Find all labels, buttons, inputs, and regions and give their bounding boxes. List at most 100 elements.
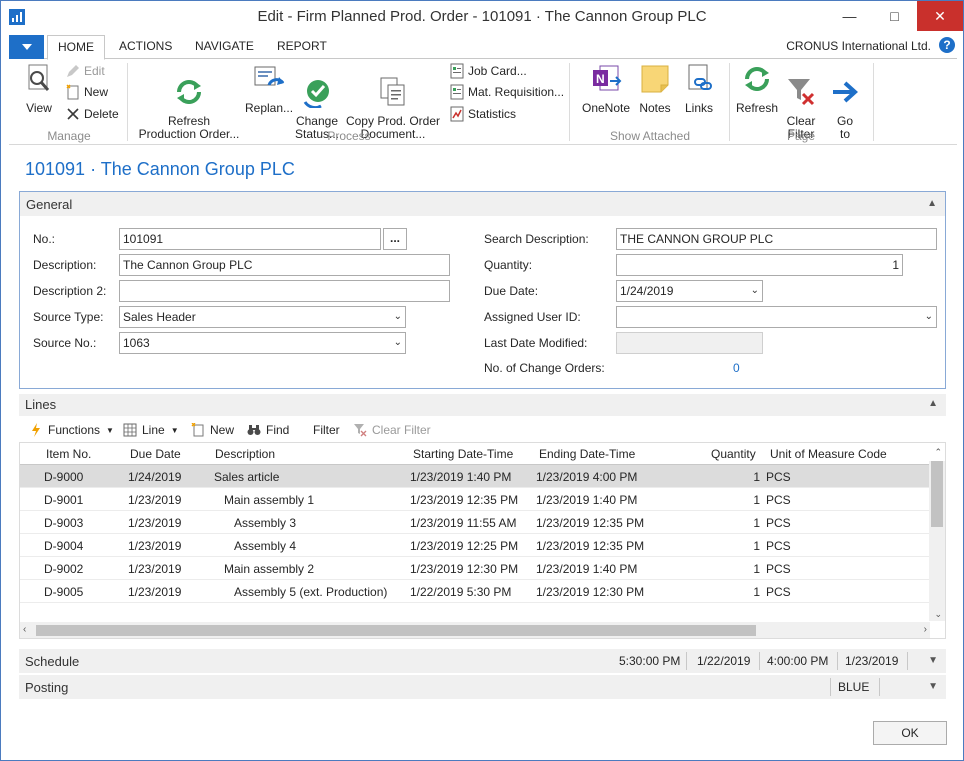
close-button[interactable]: ✕	[917, 1, 963, 31]
table-row[interactable]: D-9000 1/24/2019 Sales article 1/23/2019 1:…	[20, 465, 930, 488]
table-row[interactable]: D-9004 1/23/2019 Assembly 4 1/23/2019 12:25…	[20, 534, 930, 557]
new-document-icon	[66, 84, 79, 100]
cell-description: Sales article	[214, 470, 280, 484]
chevron-down-icon	[21, 44, 32, 50]
vertical-scroll-thumb[interactable]	[931, 461, 943, 527]
cell-ending-date-time: 1/23/2019 1:40 PM	[536, 493, 638, 507]
cell-starting-date-time: 1/23/2019 12:35 PM	[410, 493, 519, 507]
posting-fasttab[interactable]: Posting BLUE ▼	[19, 675, 946, 699]
tab-report[interactable]: REPORT	[267, 35, 337, 59]
cell-ending-date-time: 1/23/2019 12:35 PM	[536, 516, 645, 530]
grid-icon	[123, 423, 137, 437]
due-date-field[interactable]: 1/24/2019 ⌄	[616, 280, 763, 302]
cell-unit-of-measure-code: PCS	[766, 585, 791, 599]
column-header-item-no[interactable]: Item No.	[46, 447, 91, 461]
quantity-label: Quantity:	[484, 258, 533, 272]
column-header-quantity[interactable]: Quantity	[711, 447, 756, 461]
help-icon[interactable]: ?	[939, 37, 955, 53]
schedule-header-label: Schedule	[25, 654, 80, 669]
scroll-right-icon[interactable]: ›	[924, 624, 927, 635]
line-menu-button[interactable]: Line ▼	[123, 422, 179, 438]
minimize-button[interactable]: —	[827, 1, 872, 31]
assist-edit-button[interactable]: ...	[383, 228, 407, 250]
go-to-button[interactable]: Go to	[825, 63, 865, 154]
scroll-left-icon[interactable]: ‹	[23, 624, 26, 635]
pencil-icon	[67, 65, 79, 77]
refresh-production-order-button[interactable]: Refresh Production Order...	[137, 63, 241, 154]
column-header-ending-date-time[interactable]: Ending Date-Time	[539, 447, 635, 461]
tab-home[interactable]: HOME	[47, 35, 105, 60]
chevron-down-icon[interactable]: ▼	[928, 681, 938, 692]
group-label-page: Page	[786, 129, 816, 143]
application-menu-button[interactable]	[9, 35, 44, 59]
new-line-button[interactable]: New	[191, 422, 234, 438]
group-label-show-attached: Show Attached	[609, 129, 691, 143]
change-status-icon	[303, 80, 329, 110]
view-button[interactable]: View	[19, 63, 59, 115]
new-button[interactable]: New	[65, 82, 108, 102]
summary-divider	[837, 652, 838, 670]
clear-filter-lines-button[interactable]: Clear Filter	[353, 422, 431, 438]
quantity-field[interactable]: 1	[616, 254, 903, 276]
schedule-fasttab[interactable]: Schedule 5:30:00 PM 1/22/2019 4:00:00 PM…	[19, 649, 946, 673]
functions-menu-button[interactable]: Functions ▼	[29, 422, 114, 438]
job-card-button[interactable]: Job Card...	[449, 61, 527, 81]
horizontal-scroll-thumb[interactable]	[36, 625, 756, 636]
find-button[interactable]: Find	[247, 422, 289, 438]
scroll-up-icon[interactable]: ⌃	[934, 447, 942, 458]
column-header-due-date[interactable]: Due Date	[130, 447, 181, 461]
tab-navigate[interactable]: NAVIGATE	[185, 35, 264, 59]
cell-due-date: 1/23/2019	[128, 539, 182, 553]
chevron-down-icon[interactable]: ▼	[928, 655, 938, 666]
schedule-starting-time: 5:30:00 PM	[619, 654, 681, 668]
table-row[interactable]: D-9001 1/23/2019 Main assembly 1 1/23/2019 …	[20, 488, 930, 511]
description2-label: Description 2:	[33, 284, 107, 298]
change-orders-link[interactable]: 0	[733, 361, 740, 375]
cell-starting-date-time: 1/23/2019 1:40 PM	[410, 470, 512, 484]
statistics-button[interactable]: Statistics	[449, 104, 516, 124]
schedule-ending-time: 4:00:00 PM	[767, 654, 829, 668]
schedule-ending-date: 1/23/2019	[845, 654, 899, 668]
horizontal-scrollbar[interactable]: ‹ ›	[20, 622, 930, 638]
edit-button[interactable]: Edit	[65, 61, 105, 81]
table-row[interactable]: D-9005 1/23/2019 Assembly 5 (ext. Producti…	[20, 580, 930, 603]
description2-field[interactable]	[119, 280, 450, 302]
source-no-select[interactable]: 1063 ⌄	[119, 332, 406, 354]
maximize-button[interactable]: □	[872, 1, 917, 31]
chevron-up-icon[interactable]: ▲	[928, 398, 938, 409]
onenote-button[interactable]: N OneNote	[577, 63, 635, 115]
table-row[interactable]: D-9003 1/23/2019 Assembly 3 1/23/2019 11:55…	[20, 511, 930, 534]
source-type-select[interactable]: Sales Header ⌄	[119, 306, 406, 328]
replan-icon	[254, 66, 285, 86]
mat-requisition-button[interactable]: Mat. Requisition...	[449, 82, 564, 102]
ok-button[interactable]: OK	[873, 721, 947, 745]
vertical-scrollbar[interactable]	[929, 461, 945, 621]
chevron-down-icon: ▼	[170, 425, 179, 435]
search-description-field[interactable]: THE CANNON GROUP PLC	[616, 228, 937, 250]
copy-document-icon	[380, 77, 405, 106]
chevron-up-icon[interactable]: ▲	[927, 198, 937, 209]
column-header-starting-date-time[interactable]: Starting Date-Time	[413, 447, 513, 461]
filter-button[interactable]: Filter	[313, 422, 340, 438]
replan-button[interactable]: Replan...	[245, 63, 293, 115]
ribbon-separator	[729, 63, 730, 141]
no-field[interactable]: 101091	[119, 228, 381, 250]
refresh-button[interactable]: Refresh	[735, 63, 779, 115]
table-row[interactable]: D-9002 1/23/2019 Main assembly 2 1/23/2019 …	[20, 557, 930, 580]
statistics-chart-icon	[450, 106, 464, 122]
assigned-user-select[interactable]: ⌄	[616, 306, 937, 328]
source-type-label: Source Type:	[33, 310, 104, 324]
magnifier-page-icon	[28, 64, 50, 91]
lines-fasttab-header[interactable]: Lines ▲	[19, 394, 946, 416]
cell-starting-date-time: 1/22/2019 5:30 PM	[410, 585, 512, 599]
notes-button[interactable]: Notes	[635, 63, 675, 115]
general-fasttab-header[interactable]: General ▲	[20, 192, 945, 216]
tab-actions[interactable]: ACTIONS	[109, 35, 182, 59]
delete-button[interactable]: Delete	[65, 104, 119, 124]
links-button[interactable]: Links	[679, 63, 719, 115]
column-header-description[interactable]: Description	[215, 447, 275, 461]
description-field[interactable]: The Cannon Group PLC	[119, 254, 450, 276]
scroll-down-icon[interactable]: ⌄	[934, 609, 942, 620]
column-header-unit-of-measure-code[interactable]: Unit of Measure Code	[770, 447, 887, 461]
cell-quantity: 1	[753, 516, 760, 530]
